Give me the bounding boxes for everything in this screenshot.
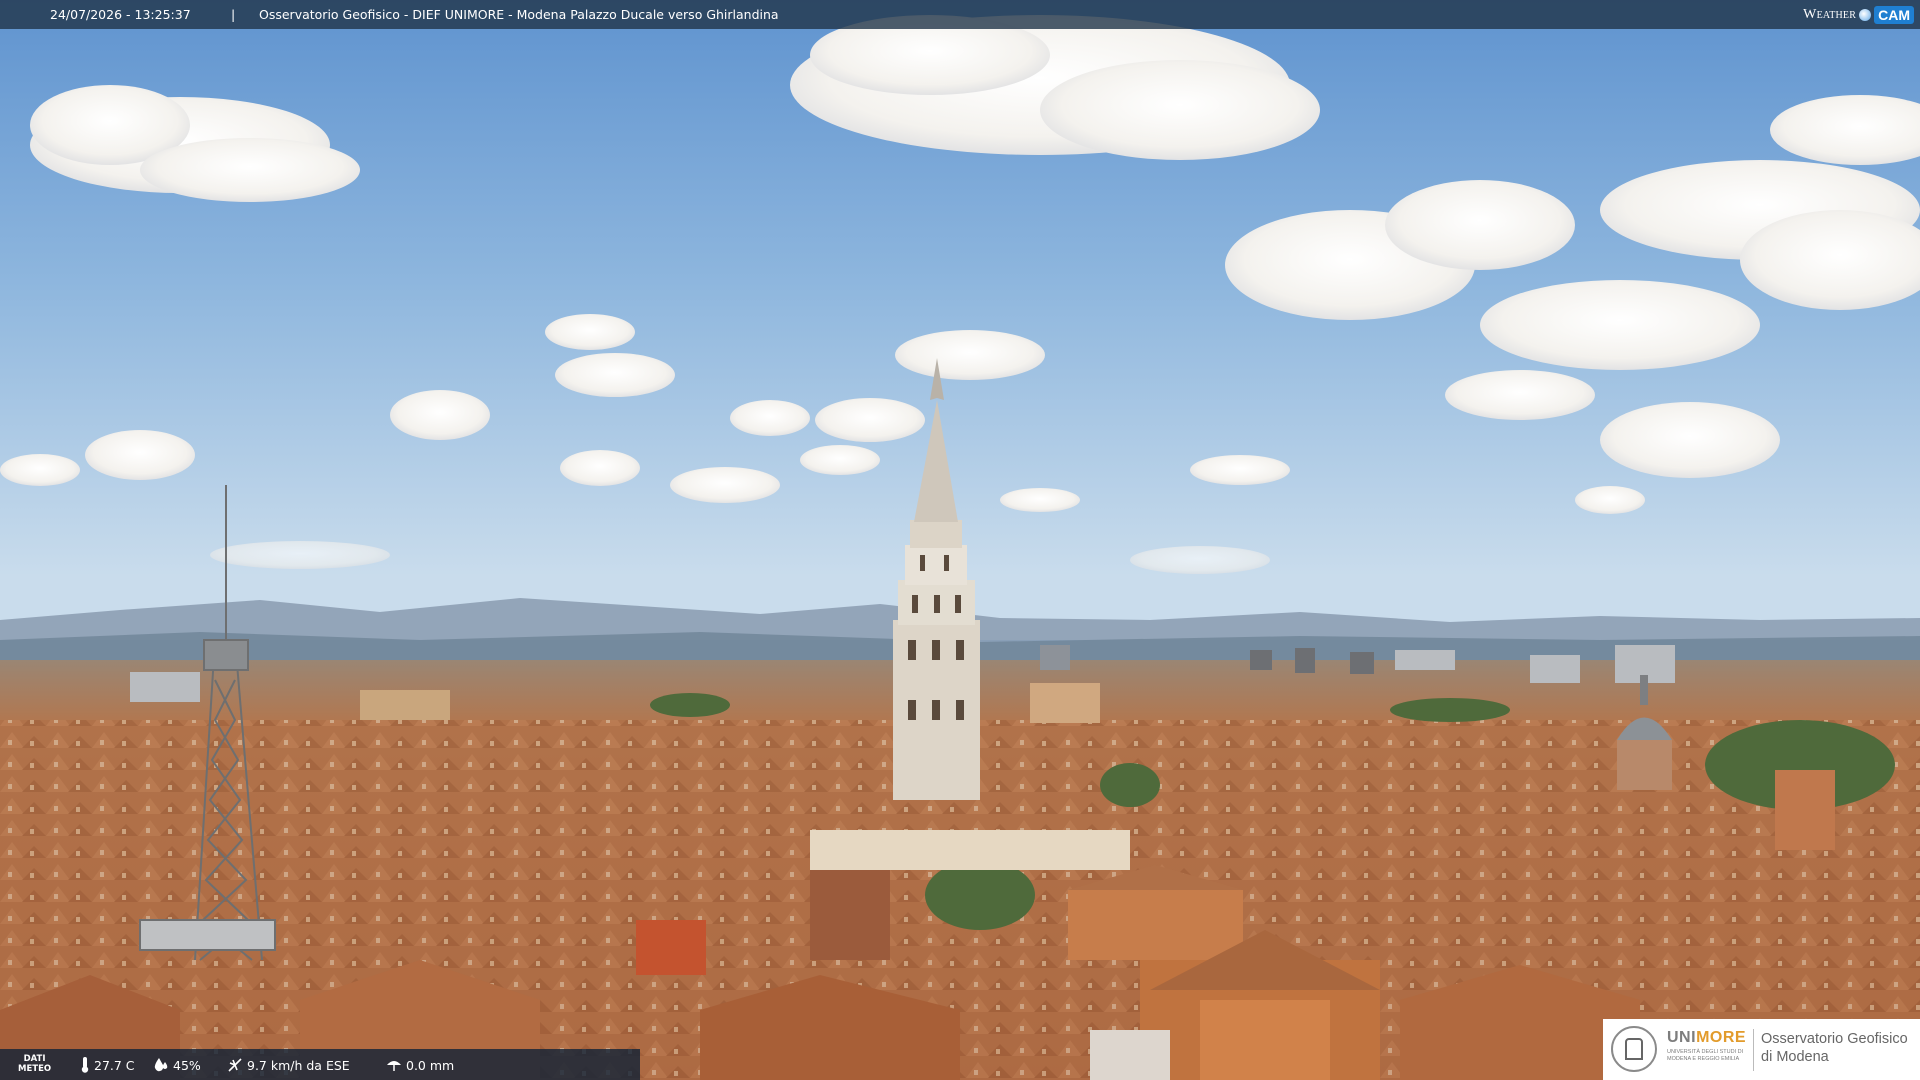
weathercam-logo-text: Weather <box>1803 6 1857 22</box>
weathercam-logo: Weather CAM <box>1803 0 1920 29</box>
wind-reading: 9.7 km/h da ESE <box>227 1057 350 1073</box>
top-info-bar: 24/07/2026 - 13:25:37 | Osservatorio Geo… <box>0 0 1920 29</box>
unimore-wordmark: UNIMORE <box>1667 1029 1746 1047</box>
camera-title: Osservatorio Geofisico - DIEF UNIMORE - … <box>259 7 779 22</box>
unimore-more: MORE <box>1696 1029 1747 1046</box>
weather-data-bar: DATI METEO 27.7 C 45% 9.7 km/h da ESE 0.… <box>0 1049 640 1080</box>
wind-value: 9.7 km/h da ESE <box>247 1057 350 1073</box>
logo-divider <box>1753 1029 1754 1071</box>
humidity-icon <box>154 1058 168 1072</box>
unimore-uni: UNI <box>1667 1029 1697 1046</box>
university-subtitle-line2: MODENA E REGGIO EMILIA <box>1667 1056 1740 1062</box>
humidity-reading: 45% <box>153 1057 201 1073</box>
observatory-name-line1: Osservatorio Geofisico <box>1761 1031 1908 1047</box>
rain-reading: 0.0 mm <box>386 1057 454 1073</box>
observatory-name: Osservatorio Geofisico di Modena <box>1761 1030 1908 1066</box>
temperature-value: 27.7 C <box>94 1057 135 1073</box>
webcam-image <box>0 0 1920 1080</box>
thermometer-icon <box>81 1057 89 1073</box>
university-seal-icon <box>1611 1026 1657 1072</box>
timestamp: 24/07/2026 - 13:25:37 <box>50 7 191 22</box>
dati-meteo-label: DATI METEO <box>18 1054 51 1074</box>
humidity-value: 45% <box>173 1057 201 1073</box>
separator: | <box>231 7 236 22</box>
wind-icon <box>228 1058 242 1072</box>
university-subtitle: UNIVERSITÀ DEGLI STUDI DI MODENA E REGGI… <box>1667 1049 1747 1063</box>
rain-value: 0.0 mm <box>406 1057 455 1073</box>
university-subtitle-line1: UNIVERSITÀ DEGLI STUDI DI <box>1667 1049 1744 1055</box>
observatory-name-line2: di Modena <box>1761 1049 1829 1065</box>
weathercam-logo-cam: CAM <box>1874 5 1914 24</box>
unimore-logo: UNIMORE UNIVERSITÀ DEGLI STUDI DI MODENA… <box>1603 1019 1920 1080</box>
camera-lens-icon <box>1859 8 1872 21</box>
dati-label: DATI <box>23 1054 46 1064</box>
temperature-reading: 27.7 C <box>80 1057 135 1073</box>
rain-icon <box>387 1061 401 1071</box>
meteo-label: METEO <box>18 1064 52 1074</box>
